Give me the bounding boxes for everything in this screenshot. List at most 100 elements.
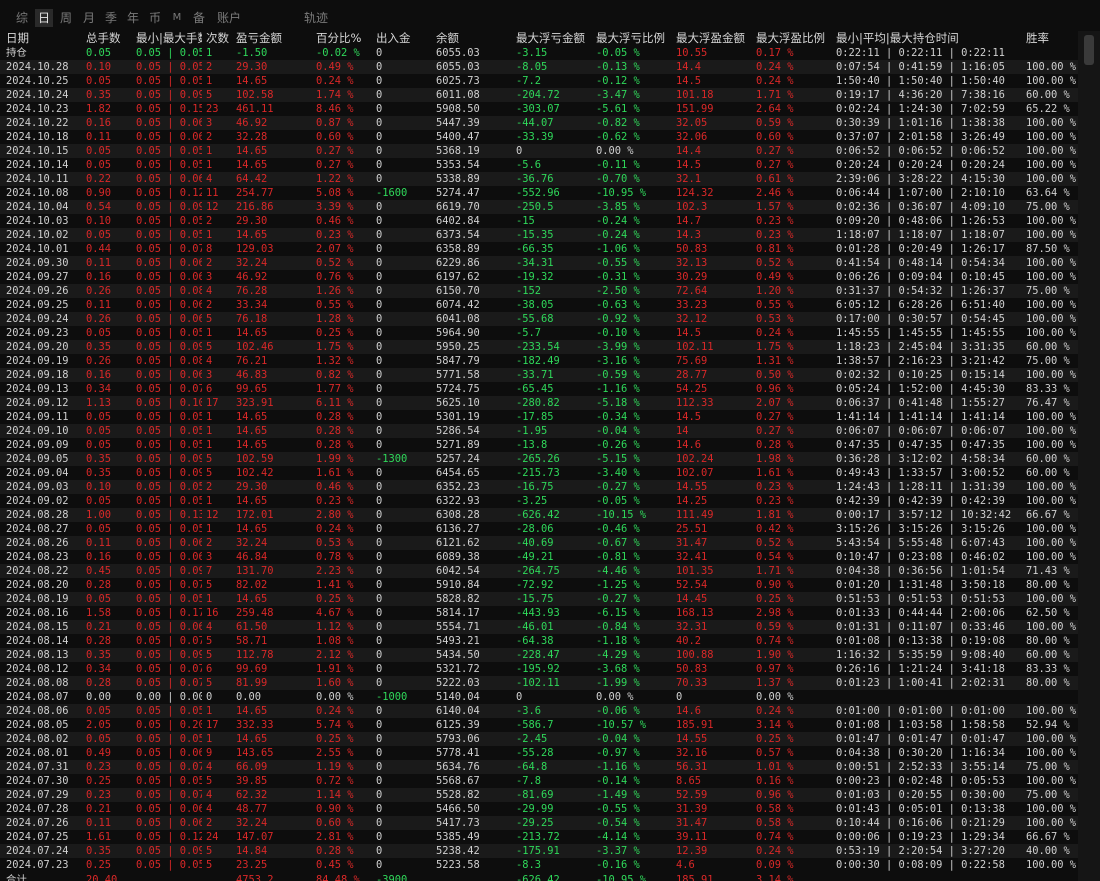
table-row[interactable]: 2024.10.22 0.16 0.05 | 0.06 3 46.92 0.87 % 0 54… (0, 116, 1078, 130)
col-max-drawdown[interactable]: 最大浮亏金额 (516, 31, 594, 46)
table-row[interactable]: 2024.10.15 0.05 0.05 | 0.05 1 14.65 0.27 % 0 53… (0, 144, 1078, 158)
table-row[interactable]: 2024.08.28 1.00 0.05 | 0.13 12 172.01 2.80 % 0… (0, 508, 1078, 522)
table-row[interactable]: 2024.09.19 0.26 0.05 | 0.08 4 76.21 1.32 % 0 58… (0, 354, 1078, 368)
table-row[interactable]: 2024.07.25 1.61 0.05 | 0.12 24 147.07 2.81 % 0… (0, 830, 1078, 844)
table-row[interactable]: 2024.08.01 0.49 0.05 | 0.06 9 143.65 2.55 % 0 5… (0, 746, 1078, 760)
tab-monthly[interactable]: 月 (81, 9, 97, 27)
table-row[interactable]: 2024.09.20 0.35 0.05 | 0.09 5 102.46 1.75 % 0 5… (0, 340, 1078, 354)
table-row[interactable]: 2024.07.23 0.25 0.05 | 0.05 5 23.25 0.45 % 0 52… (0, 858, 1078, 872)
table-row[interactable]: 2024.09.30 0.11 0.05 | 0.06 2 32.24 0.52 % 0 62… (0, 256, 1078, 270)
col-min-max-lots[interactable]: 最小|最大手数 (136, 31, 202, 46)
col-count[interactable]: 次数 (206, 31, 234, 46)
col-max-floating-profit[interactable]: 最大浮盈金额 (676, 31, 754, 46)
table-row[interactable]: 2024.09.24 0.26 0.05 | 0.06 5 76.18 1.28 % 0 60… (0, 312, 1078, 326)
table-row[interactable]: 2024.08.16 1.58 0.05 | 0.17 16 259.48 4.67 % 0… (0, 606, 1078, 620)
table-row[interactable]: 2024.10.02 0.05 0.05 | 0.05 1 14.65 0.23 % 0 63… (0, 228, 1078, 242)
scrollbar-thumb[interactable] (1084, 35, 1094, 65)
table-row[interactable]: 2024.09.27 0.16 0.05 | 0.06 3 46.92 0.76 % 0 61… (0, 270, 1078, 284)
col-max-drawdown-pct[interactable]: 最大浮亏比例 (596, 31, 674, 46)
table-row[interactable]: 2024.08.19 0.05 0.05 | 0.05 1 14.65 0.25 % 0 58… (0, 592, 1078, 606)
table-row[interactable]: 2024.08.27 0.05 0.05 | 0.05 1 14.65 0.24 % 0 61… (0, 522, 1078, 536)
cell-count: 2 (206, 299, 213, 311)
tab-track[interactable]: 轨迹 (302, 9, 330, 27)
table-row[interactable]: 2024.09.25 0.11 0.05 | 0.06 2 33.34 0.55 % 0 60… (0, 298, 1078, 312)
table-row[interactable]: 2024.08.07 0.00 0.00 | 0.00 0 0.00 0.00 % -100… (0, 690, 1078, 704)
table-row[interactable]: 2024.08.23 0.16 0.05 | 0.06 3 46.84 0.78 % 0 60… (0, 550, 1078, 564)
table-row[interactable]: 2024.10.25 0.05 0.05 | 0.05 1 14.65 0.24 % 0 60… (0, 74, 1078, 88)
cell-max-fp: 102.24 (676, 453, 714, 465)
table-row[interactable]: 2024.09.12 1.13 0.05 | 0.10 17 323.91 6.11 % 0… (0, 396, 1078, 410)
table-row[interactable]: 2024.09.02 0.05 0.05 | 0.05 1 14.65 0.23 % 0 63… (0, 494, 1078, 508)
cell-max-dd-pct: -1.99 % (596, 677, 640, 689)
col-win-rate[interactable]: 胜率 (1026, 31, 1078, 46)
tab-summary[interactable]: 综 (14, 9, 30, 27)
table-row[interactable]: 2024.07.26 0.11 0.05 | 0.06 2 32.24 0.60 % 0 54… (0, 816, 1078, 830)
cell-max-fp: 14.25 (676, 495, 708, 507)
table-row[interactable]: 2024.10.04 0.54 0.05 | 0.09 12 216.86 3.39 % 0… (0, 200, 1078, 214)
table-row[interactable]: 2024.09.11 0.05 0.05 | 0.05 1 14.65 0.28 % 0 53… (0, 410, 1078, 424)
table-row[interactable]: 2024.08.02 0.05 0.05 | 0.05 1 14.65 0.25 % 0 57… (0, 732, 1078, 746)
table-row[interactable]: 2024.10.08 0.90 0.05 | 0.12 11 254.77 5.08 % -… (0, 186, 1078, 200)
col-deposit-withdraw[interactable]: 出入金 (376, 31, 434, 46)
col-max-floating-profit-pct[interactable]: 最大浮盈比例 (756, 31, 834, 46)
table-row[interactable]: 2024.08.06 0.05 0.05 | 0.05 1 14.65 0.24 % 0 61… (0, 704, 1078, 718)
table-row[interactable]: 2024.07.31 0.23 0.05 | 0.07 4 66.09 1.19 % 0 56… (0, 760, 1078, 774)
table-row[interactable]: 2024.10.11 0.22 0.05 | 0.06 4 64.42 1.22 % 0 53… (0, 172, 1078, 186)
table-row[interactable]: 2024.08.15 0.21 0.05 | 0.06 4 61.50 1.12 % 0 55… (0, 620, 1078, 634)
cell-max-fp-pct: 0.27 % (756, 411, 794, 423)
col-percent[interactable]: 百分比% (316, 31, 374, 46)
vertical-scrollbar[interactable] (1078, 31, 1100, 881)
cell-flow: 0 (376, 271, 383, 283)
cell-hold-time: 1:18:23 | 2:45:04 | 3:31:35 (836, 341, 1005, 353)
tab-weekly[interactable]: 周 (58, 9, 74, 27)
cell-pct: -0.02 % (316, 47, 360, 59)
table-row[interactable]: 2024.09.03 0.10 0.05 | 0.05 2 29.30 0.46 % 0 63… (0, 480, 1078, 494)
table-row[interactable]: 2024.10.14 0.05 0.05 | 0.05 1 14.65 0.27 % 0 53… (0, 158, 1078, 172)
table-row[interactable]: 2024.07.28 0.21 0.05 | 0.06 4 48.77 0.90 % 0 54… (0, 802, 1078, 816)
table-row[interactable]: 2024.09.09 0.05 0.05 | 0.05 1 14.65 0.28 % 0 52… (0, 438, 1078, 452)
table-row[interactable]: 2024.07.24 0.35 0.05 | 0.09 5 14.84 0.28 % 0 52… (0, 844, 1078, 858)
tab-magic[interactable]: M (170, 9, 184, 27)
table-row[interactable]: 2024.09.23 0.05 0.05 | 0.05 1 14.65 0.25 % 0 59… (0, 326, 1078, 340)
tab-note[interactable]: 备 (191, 9, 207, 27)
tab-account[interactable]: 账户 (215, 9, 243, 27)
table-row[interactable]: 2024.10.18 0.11 0.05 | 0.06 2 32.28 0.60 % 0 54… (0, 130, 1078, 144)
cell-win-rate: 80.00 % (1026, 635, 1070, 647)
tab-quarterly[interactable]: 季 (103, 9, 119, 27)
cell-max-dd-pct: -1.18 % (596, 635, 640, 647)
tab-daily[interactable]: 日 (35, 9, 53, 27)
table-row[interactable]: 2024.07.30 0.25 0.05 | 0.05 5 39.85 0.72 % 0 55… (0, 774, 1078, 788)
holding-row[interactable]: 持仓 0.05 0.05 | 0.05 1 -1.50 -0.02 % 0 60… (0, 46, 1078, 60)
table-row[interactable]: 2024.09.10 0.05 0.05 | 0.05 1 14.65 0.28 % 0 52… (0, 424, 1078, 438)
cell-pct: 2.80 % (316, 509, 354, 521)
table-row[interactable]: 2024.08.14 0.28 0.05 | 0.07 5 58.71 1.08 % 0 54… (0, 634, 1078, 648)
table-row[interactable]: 2024.09.18 0.16 0.05 | 0.06 3 46.83 0.82 % 0 57… (0, 368, 1078, 382)
table-row[interactable]: 2024.10.28 0.10 0.05 | 0.05 2 29.30 0.49 % 0 60… (0, 60, 1078, 74)
col-pnl[interactable]: 盈亏金额 (236, 31, 314, 46)
tab-symbol[interactable]: 币 (147, 9, 163, 27)
table-row[interactable]: 2024.08.22 0.45 0.05 | 0.09 7 131.70 2.23 % 0 6… (0, 564, 1078, 578)
table-row[interactable]: 2024.08.12 0.34 0.05 | 0.07 6 99.69 1.91 % 0 53… (0, 662, 1078, 676)
cell-max-fp-pct: 0.16 % (756, 775, 794, 787)
cell-pnl: 58.71 (236, 635, 268, 647)
table-row[interactable]: 2024.08.13 0.35 0.05 | 0.09 5 112.78 2.12 % 0 5… (0, 648, 1078, 662)
table-row[interactable]: 2024.10.01 0.44 0.05 | 0.07 8 129.03 2.07 % 0 6… (0, 242, 1078, 256)
col-date[interactable]: 日期 (6, 31, 86, 46)
col-balance[interactable]: 余额 (436, 31, 514, 46)
table-row[interactable]: 2024.10.03 0.10 0.05 | 0.05 2 29.30 0.46 % 0 64… (0, 214, 1078, 228)
table-row[interactable]: 2024.09.04 0.35 0.05 | 0.09 5 102.42 1.61 % 0 6… (0, 466, 1078, 480)
table-row[interactable]: 2024.09.05 0.35 0.05 | 0.09 5 102.59 1.99 % -1… (0, 452, 1078, 466)
table-row[interactable]: 2024.08.05 2.05 0.05 | 0.20 17 332.33 5.74 % 0… (0, 718, 1078, 732)
col-total-lots[interactable]: 总手数 (86, 31, 134, 46)
table-row[interactable]: 2024.09.26 0.26 0.05 | 0.08 4 76.28 1.26 % 0 61… (0, 284, 1078, 298)
table-row[interactable]: 2024.10.24 0.35 0.05 | 0.09 5 102.58 1.74 % 0 6… (0, 88, 1078, 102)
tab-yearly[interactable]: 年 (125, 9, 141, 27)
cell-pct: 1.41 % (316, 579, 354, 591)
table-row[interactable]: 2024.08.20 0.28 0.05 | 0.07 5 82.02 1.41 % 0 59… (0, 578, 1078, 592)
table-row[interactable]: 2024.09.13 0.34 0.05 | 0.07 6 99.65 1.77 % 0 57… (0, 382, 1078, 396)
table-row[interactable]: 2024.08.26 0.11 0.05 | 0.06 2 32.24 0.53 % 0 61… (0, 536, 1078, 550)
table-row[interactable]: 2024.08.08 0.28 0.05 | 0.07 5 81.99 1.60 % 0 52… (0, 676, 1078, 690)
table-row[interactable]: 2024.10.23 1.82 0.05 | 0.15 23 461.11 8.46 % 0… (0, 102, 1078, 116)
col-hold-time[interactable]: 最小|平均|最大持仓时间 (836, 31, 1022, 46)
table-row[interactable]: 2024.07.29 0.23 0.05 | 0.07 4 62.32 1.14 % 0 55… (0, 788, 1078, 802)
